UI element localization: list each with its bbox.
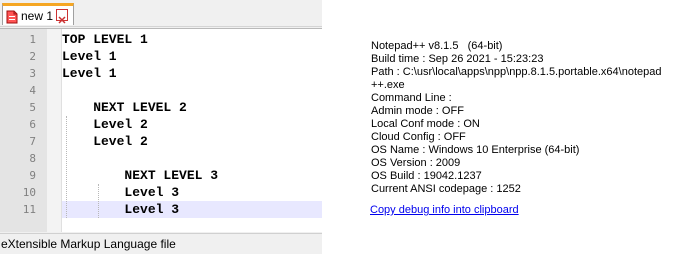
line-text: TOP LEVEL 1 [62, 32, 148, 47]
indent-guide [66, 116, 67, 218]
line-number: 5 [29, 101, 36, 114]
status-bar: eXtensible Markup Language file [0, 233, 322, 254]
editor-line[interactable]: 1 TOP LEVEL 1 [0, 31, 322, 48]
line-text: NEXT LEVEL 3 [62, 168, 219, 183]
editor-line[interactable]: 8 [0, 150, 322, 167]
tab-bar: new 1 [0, 0, 322, 27]
debug-line: Build time : Sep 26 2021 - 15:23:23 [371, 53, 544, 65]
editor-line[interactable]: 2 Level 1 [0, 48, 322, 65]
line-number: 11 [22, 203, 36, 216]
line-number: 1 [29, 33, 36, 46]
editor-line[interactable]: 7 Level 2 [0, 133, 322, 150]
debug-info-panel: Notepad++ v8.1.5 (64-bit) Build time : S… [322, 0, 684, 253]
editor-line[interactable]: 6 Level 2 [0, 116, 322, 133]
notepad-plus-plus-window: new 1 1 TOP LEVEL 1 2 Level 1 3 Level 1 … [0, 0, 322, 254]
line-number: 8 [29, 152, 36, 165]
tab-new-1[interactable]: new 1 [2, 3, 74, 25]
line-text: Level 2 [62, 134, 148, 149]
debug-line: Current ANSI codepage : 1252 [371, 183, 521, 195]
debug-line: Notepad++ v8.1.5 (64-bit) [371, 40, 503, 52]
line-number: 3 [29, 67, 36, 80]
tab-label: new 1 [21, 9, 54, 23]
line-text: Level 1 [62, 66, 117, 81]
debug-line: OS Name : Windows 10 Enterprise (64-bit) [371, 144, 580, 156]
file-type-status: eXtensible Markup Language file [1, 237, 176, 251]
editor-line[interactable]: 3 Level 1 [0, 65, 322, 82]
line-text: Level 2 [62, 117, 148, 132]
debug-line: Path : C:\usr\local\apps\npp\npp.8.1.5.p… [371, 66, 662, 78]
line-number: 2 [29, 50, 36, 63]
line-number: 9 [29, 169, 36, 182]
debug-line: OS Build : 19042.1237 [371, 170, 482, 182]
code-editor[interactable]: 1 TOP LEVEL 1 2 Level 1 3 Level 1 4 5 NE… [0, 28, 322, 232]
line-number: 4 [29, 84, 36, 97]
line-number: 10 [22, 186, 36, 199]
line-text: NEXT LEVEL 2 [62, 100, 187, 115]
close-icon[interactable] [56, 9, 68, 24]
line-number: 7 [29, 135, 36, 148]
editor-line-current[interactable]: 11 Level 3 [0, 201, 322, 218]
line-text [62, 150, 322, 167]
debug-line: OS Version : 2009 [371, 157, 461, 169]
debug-line: Admin mode : OFF [371, 105, 464, 117]
debug-line: Cloud Config : OFF [371, 131, 466, 143]
editor-line[interactable]: 10 Level 3 [0, 184, 322, 201]
unsaved-file-icon [6, 9, 18, 24]
editor-line[interactable]: 4 [0, 82, 322, 99]
editor-line[interactable]: 9 NEXT LEVEL 3 [0, 167, 322, 184]
debug-line: Command Line : [371, 92, 452, 104]
editor-line[interactable]: 5 NEXT LEVEL 2 [0, 99, 322, 116]
debug-line: Local Conf mode : ON [371, 118, 480, 130]
debug-info-text: Notepad++ v8.1.5 (64-bit) Build time : S… [371, 40, 661, 196]
line-number: 6 [29, 118, 36, 131]
line-text [62, 82, 322, 99]
copy-debug-info-link[interactable]: Copy debug info into clipboard [370, 204, 519, 216]
line-text: Level 3 [62, 185, 180, 200]
line-text: Level 1 [62, 49, 117, 64]
line-text: Level 3 [62, 201, 322, 218]
indent-guide [98, 184, 99, 218]
debug-line: ++.exe [371, 79, 405, 91]
